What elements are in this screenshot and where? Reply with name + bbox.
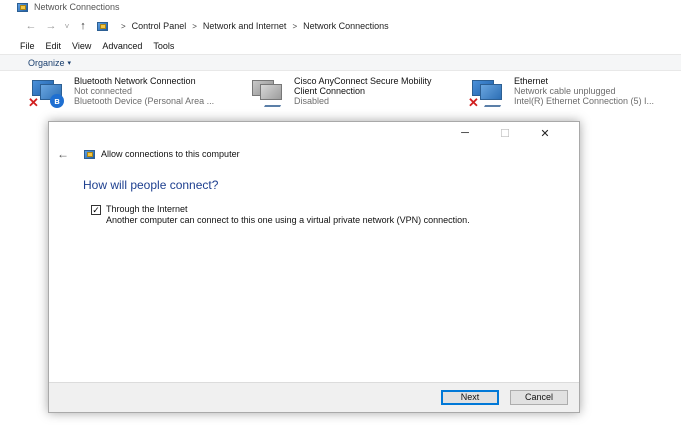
dialog-window-controls: ─ ☐ ✕: [445, 127, 565, 140]
connection-status: Network cable unplugged: [514, 86, 616, 96]
dialog-header: ← Allow connections to this computer: [57, 147, 240, 161]
cancel-button[interactable]: Cancel: [510, 390, 568, 405]
connection-device: Bluetooth Device (Personal Area ...: [74, 96, 215, 106]
connection-status: Disabled: [294, 96, 330, 106]
network-connections-icon: [16, 2, 29, 13]
organize-dropdown-icon[interactable]: ▾: [68, 59, 72, 67]
next-button[interactable]: Next: [441, 390, 499, 405]
forward-arrow-icon[interactable]: →: [44, 20, 58, 32]
dialog-footer: Next Cancel: [49, 382, 579, 412]
explorer-titlebar: Network Connections: [0, 0, 681, 14]
command-bar: Organize ▾: [0, 54, 681, 71]
dialog-question-heading: How will people connect?: [83, 178, 219, 192]
connection-name: Bluetooth Network Connection: [74, 76, 196, 86]
connection-name: Cisco AnyConnect Secure Mobility: [294, 76, 432, 86]
menu-tools[interactable]: Tools: [153, 41, 174, 51]
breadcrumb: > Control Panel > Network and Internet >…: [96, 21, 389, 32]
breadcrumb-network-connections[interactable]: Network Connections: [303, 21, 389, 31]
organize-button[interactable]: Organize: [28, 58, 65, 68]
allow-connections-dialog: ─ ☐ ✕ ← Allow connections to this comput…: [48, 121, 580, 413]
maximize-icon: ☐: [500, 128, 510, 140]
connection-item-cisco-anyconnect[interactable]: Cisco AnyConnect Secure Mobility Client …: [248, 76, 432, 110]
control-panel-icon: [96, 21, 109, 32]
breadcrumb-separator: >: [192, 21, 197, 31]
breadcrumb-control-panel[interactable]: Control Panel: [132, 21, 187, 31]
ethernet-adapter-icon: ✕: [468, 76, 508, 110]
connection-status: Not connected: [74, 86, 133, 96]
up-arrow-icon[interactable]: ↑: [76, 20, 90, 32]
through-internet-checkbox[interactable]: ✓: [91, 205, 101, 215]
menu-view[interactable]: View: [72, 41, 91, 51]
menu-advanced[interactable]: Advanced: [102, 41, 142, 51]
breadcrumb-separator: >: [121, 21, 126, 31]
bluetooth-network-icon: ✕ ʙ: [28, 76, 68, 110]
address-bar-row: ← → ˅ ↑ > Control Panel > Network and In…: [0, 16, 681, 36]
close-icon[interactable]: ✕: [525, 127, 565, 140]
back-arrow-icon[interactable]: ←: [24, 20, 38, 32]
disconnected-x-icon: ✕: [468, 95, 479, 110]
window-title: Network Connections: [34, 2, 120, 12]
option-description: Another computer can connect to this one…: [106, 215, 470, 225]
recent-locations-chevron-icon[interactable]: ˅: [60, 22, 74, 31]
menu-file[interactable]: File: [20, 41, 35, 51]
connection-name-line2: Client Connection: [294, 86, 366, 96]
menu-bar: File Edit View Advanced Tools: [0, 39, 681, 53]
dialog-title: Allow connections to this computer: [101, 149, 240, 159]
option-label[interactable]: Through the Internet: [106, 204, 506, 214]
dialog-back-arrow-icon[interactable]: ←: [57, 147, 71, 161]
through-internet-option[interactable]: ✓ Through the Internet Another computer …: [91, 204, 506, 225]
connection-item-ethernet[interactable]: ✕ Ethernet Network cable unplugged Intel…: [468, 76, 654, 110]
menu-edit[interactable]: Edit: [46, 41, 62, 51]
disconnected-x-icon: ✕: [28, 95, 39, 110]
connection-item-bluetooth[interactable]: ✕ ʙ Bluetooth Network Connection Not con…: [28, 76, 214, 110]
breadcrumb-network-and-internet[interactable]: Network and Internet: [203, 21, 287, 31]
connection-name: Ethernet: [514, 76, 549, 86]
breadcrumb-separator: >: [292, 21, 298, 31]
bluetooth-icon: ʙ: [50, 94, 64, 108]
network-connections-icon: [83, 149, 96, 160]
vpn-adapter-icon: [248, 76, 288, 110]
minimize-icon[interactable]: ─: [445, 127, 485, 140]
connection-device: Intel(R) Ethernet Connection (5) I...: [514, 96, 655, 106]
